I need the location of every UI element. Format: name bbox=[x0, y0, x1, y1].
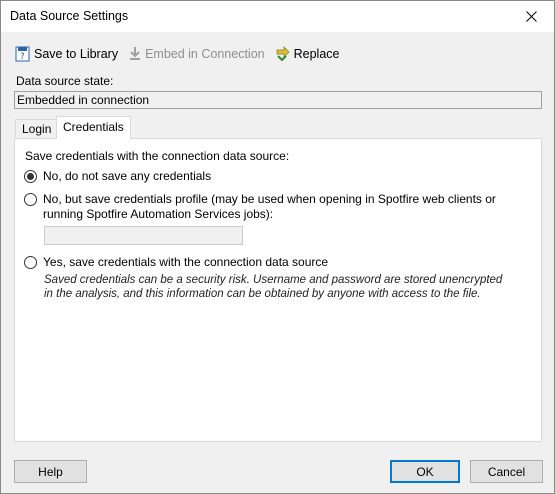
data-source-state-label: Data source state: bbox=[16, 74, 114, 88]
dialog-window: Data Source Settings ? Save to Library E… bbox=[0, 0, 555, 494]
embed-in-connection-button[interactable]: Embed in Connection bbox=[128, 46, 265, 62]
dialog-title: Data Source Settings bbox=[10, 9, 129, 23]
credentials-profile-input[interactable] bbox=[44, 226, 243, 245]
save-to-library-label: Save to Library bbox=[34, 47, 119, 61]
download-icon bbox=[130, 47, 141, 60]
close-icon bbox=[525, 11, 537, 22]
radio-no-save[interactable] bbox=[24, 170, 37, 183]
radio-save-profile[interactable] bbox=[24, 193, 37, 206]
svg-text:?: ? bbox=[20, 52, 25, 62]
radio-save-credentials[interactable] bbox=[24, 256, 37, 269]
credentials-panel: Save credentials with the connection dat… bbox=[14, 138, 542, 442]
credentials-heading: Save credentials with the connection dat… bbox=[25, 149, 290, 163]
option-no-save-label: No, do not save any credentials bbox=[43, 169, 212, 183]
title-bar: Data Source Settings bbox=[1, 1, 554, 32]
save-to-library-button[interactable]: ? Save to Library bbox=[15, 46, 118, 62]
data-source-state-field: Embedded in connection bbox=[14, 91, 542, 109]
replace-label: Replace bbox=[293, 47, 340, 61]
embed-in-connection-label: Embed in Connection bbox=[145, 47, 265, 61]
replace-button[interactable]: Replace bbox=[275, 46, 340, 62]
option-save-profile-label: No, but save credentials profile (may be… bbox=[43, 192, 496, 221]
option-save-profile[interactable]: No, but save credentials profile (may be… bbox=[24, 192, 513, 222]
option-no-save[interactable]: No, do not save any credentials bbox=[24, 169, 513, 184]
toolbar: ? Save to Library Embed in Connection Re… bbox=[15, 44, 349, 64]
help-button[interactable]: Help bbox=[14, 460, 87, 483]
save-library-icon: ? bbox=[15, 46, 30, 62]
ok-button[interactable]: OK bbox=[390, 460, 460, 483]
cancel-button[interactable]: Cancel bbox=[470, 460, 543, 483]
option-save-credentials[interactable]: Yes, save credentials with the connectio… bbox=[24, 255, 513, 270]
tab-credentials[interactable]: Credentials bbox=[56, 116, 131, 139]
tab-login[interactable]: Login bbox=[15, 119, 59, 138]
option-save-credentials-label: Yes, save credentials with the connectio… bbox=[43, 255, 329, 269]
replace-icon bbox=[276, 46, 290, 62]
close-button[interactable] bbox=[508, 1, 554, 32]
security-warning-text: Saved credentials can be a security risk… bbox=[44, 274, 503, 300]
